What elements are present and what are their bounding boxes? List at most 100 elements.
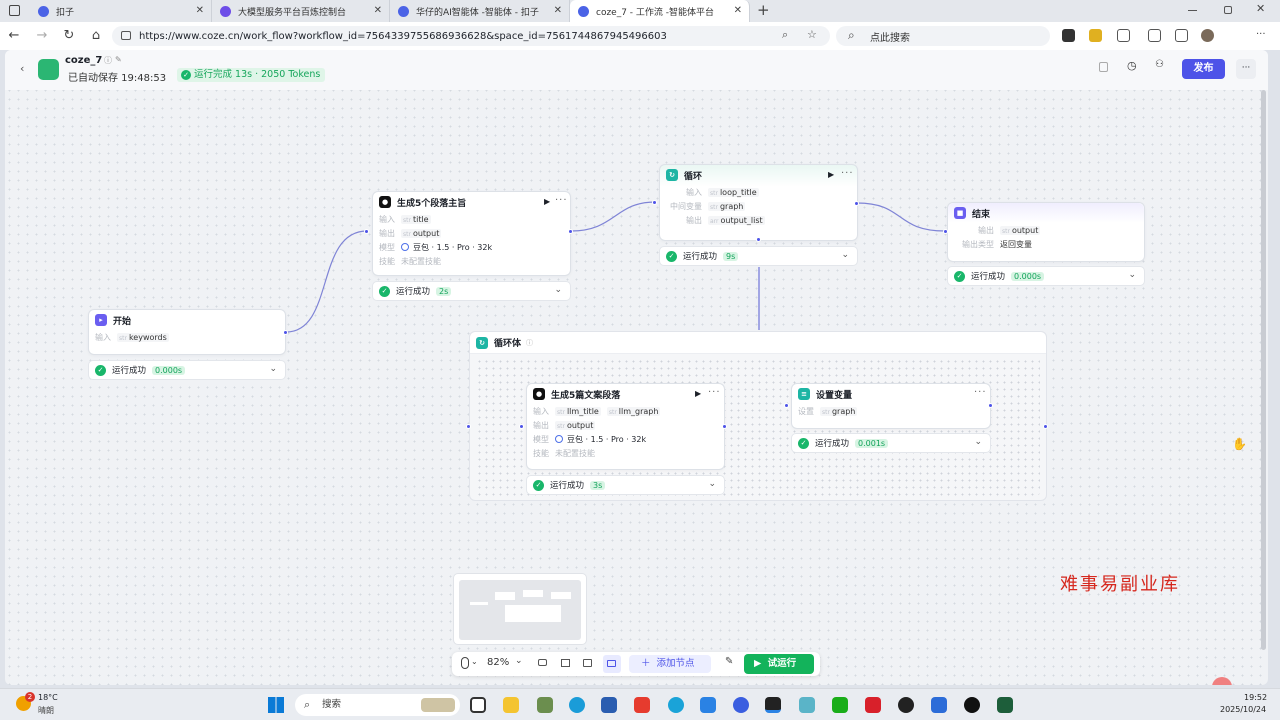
- clock-date[interactable]: 2025/10/24: [1220, 705, 1266, 714]
- debug-icon[interactable]: ✎: [725, 656, 733, 667]
- app-icon[interactable]: [964, 697, 980, 713]
- extension-icon[interactable]: [1062, 29, 1075, 42]
- extension-icon[interactable]: [1148, 29, 1161, 42]
- output-port[interactable]: [988, 403, 993, 408]
- close-window-icon[interactable]: ✕: [1256, 2, 1265, 15]
- image-icon[interactable]: [583, 659, 592, 667]
- more-icon[interactable]: ···: [974, 387, 987, 398]
- app-icon[interactable]: [997, 697, 1013, 713]
- taskbar-search[interactable]: ⌕ 搜索: [295, 694, 460, 716]
- minimap-viewport[interactable]: [459, 580, 581, 640]
- tab-kouzi[interactable]: 扣子 ✕: [30, 0, 212, 22]
- close-icon[interactable]: ✕: [374, 5, 382, 16]
- chevron-down-icon[interactable]: ⌄: [515, 656, 523, 666]
- mouse-mode-icon[interactable]: [461, 657, 469, 669]
- refresh-icon[interactable]: ↻: [61, 28, 77, 44]
- more-icon[interactable]: ···: [1256, 29, 1266, 40]
- output-port[interactable]: [854, 201, 859, 206]
- tab-actions-icon[interactable]: [9, 5, 20, 16]
- run-node-icon[interactable]: ▶: [544, 197, 550, 206]
- info-icon[interactable]: ⓘ: [526, 338, 533, 348]
- file-explorer-icon[interactable]: [503, 697, 519, 713]
- qq-icon[interactable]: [765, 697, 781, 713]
- app-icon[interactable]: [931, 697, 947, 713]
- profile-avatar[interactable]: [1201, 29, 1214, 42]
- more-icon[interactable]: ···: [555, 195, 568, 206]
- more-icon[interactable]: ···: [841, 168, 854, 179]
- input-port[interactable]: [943, 229, 948, 234]
- wechat-icon[interactable]: [832, 697, 848, 713]
- close-icon[interactable]: ✕: [734, 5, 742, 16]
- scrollbar[interactable]: [1261, 90, 1266, 650]
- node-generate-5-themes[interactable]: ● 生成5个段落主旨 ▶ ··· 输入 str title 输出 str output 模…: [372, 191, 571, 276]
- chevron-down-icon[interactable]: ⌄: [974, 437, 982, 447]
- task-view-icon[interactable]: [470, 697, 486, 713]
- clock-time[interactable]: 19:52: [1244, 693, 1267, 702]
- input-port[interactable]: [364, 229, 369, 234]
- chevron-down-icon[interactable]: ⌄: [269, 364, 277, 374]
- run-status-gen-paragraphs[interactable]: ✓ 运行成功 3s ⌄: [526, 475, 725, 495]
- node-end[interactable]: ■ 结束 输出 str output 输出类型 返回变量: [947, 202, 1145, 262]
- forward-icon[interactable]: →: [34, 28, 50, 44]
- loop-body-output-port[interactable]: [1043, 424, 1048, 429]
- chevron-down-icon[interactable]: ⌄: [841, 250, 849, 260]
- chevron-down-icon[interactable]: ⌄: [708, 479, 716, 489]
- input-port[interactable]: [652, 200, 657, 205]
- run-node-icon[interactable]: ▶: [695, 389, 701, 398]
- run-status-start[interactable]: ✓ 运行成功 0.000s ⌄: [88, 360, 286, 380]
- minimize-icon[interactable]: [1188, 10, 1197, 11]
- app-icon[interactable]: [799, 697, 815, 713]
- app-icon[interactable]: [537, 697, 553, 713]
- node-start[interactable]: ▸ 开始 输入 str keywords: [88, 309, 286, 355]
- run-status-end[interactable]: ✓ 运行成功 0.000s ⌄: [947, 266, 1145, 286]
- grid-icon[interactable]: [561, 659, 570, 667]
- minimap-toggle-icon[interactable]: [603, 655, 621, 673]
- close-icon[interactable]: ✕: [554, 5, 562, 16]
- new-tab-button[interactable]: +: [757, 1, 770, 19]
- start-icon[interactable]: [268, 697, 284, 713]
- loop-port[interactable]: [756, 237, 761, 242]
- output-port[interactable]: [722, 424, 727, 429]
- app-icon[interactable]: [898, 697, 914, 713]
- url-field[interactable]: https://www.coze.cn/work_flow?workflow_i…: [112, 26, 830, 46]
- run-node-icon[interactable]: ▶: [828, 170, 834, 179]
- close-icon[interactable]: ✕: [196, 5, 204, 16]
- output-port[interactable]: [283, 330, 288, 335]
- input-port[interactable]: [784, 403, 789, 408]
- zoom-level[interactable]: 82%: [487, 657, 509, 668]
- favorite-star-icon[interactable]: ☆: [807, 28, 817, 41]
- chevron-down-icon[interactable]: ⌄: [471, 657, 478, 666]
- node-loop[interactable]: ↻ 循环 ▶ ··· 输入 str loop_title 中间变量 str graph 输…: [659, 164, 858, 241]
- node-set-variable[interactable]: ≡ 设置变量 ··· 设置 str graph: [791, 383, 991, 429]
- tab-bailian[interactable]: 大模型服务平台百炼控制台 ✕: [212, 0, 390, 22]
- output-port[interactable]: [568, 229, 573, 234]
- more-icon[interactable]: ···: [708, 387, 721, 398]
- back-icon[interactable]: ←: [6, 28, 22, 44]
- run-status-set-variable[interactable]: ✓ 运行成功 0.001s ⌄: [791, 433, 991, 453]
- tab-agent[interactable]: 华仔的AI智能体 -智能体 - 扣子 ✕: [390, 0, 570, 22]
- favorites-icon[interactable]: [1175, 29, 1188, 42]
- wps-icon[interactable]: [634, 697, 650, 713]
- restore-icon[interactable]: [1224, 6, 1232, 14]
- browser-search-field[interactable]: ⌕ 点此搜索: [836, 26, 1050, 46]
- app-icon[interactable]: [733, 697, 749, 713]
- zoom-icon[interactable]: ⌕: [782, 28, 788, 42]
- node-generate-paragraphs[interactable]: ● 生成5篇文案段落 ▶ ··· 输入 str llm_title str llm_gra…: [526, 383, 725, 470]
- extension-icon[interactable]: [1117, 29, 1130, 42]
- app-icon[interactable]: [700, 697, 716, 713]
- minimap[interactable]: [453, 573, 587, 645]
- extension-icon[interactable]: [1089, 29, 1102, 42]
- loop-body-input-port[interactable]: [466, 424, 471, 429]
- home-icon[interactable]: ⌂: [88, 28, 104, 44]
- run-status-gen5[interactable]: ✓ 运行成功 2s ⌄: [372, 281, 571, 301]
- run-status-loop[interactable]: ✓ 运行成功 9s ⌄: [659, 246, 858, 266]
- test-run-button[interactable]: ▶ 试运行: [744, 654, 814, 674]
- store-icon[interactable]: [601, 697, 617, 713]
- chevron-down-icon[interactable]: ⌄: [554, 285, 562, 295]
- app-icon[interactable]: [668, 697, 684, 713]
- comment-icon[interactable]: [538, 659, 547, 666]
- edge-icon[interactable]: [569, 697, 585, 713]
- tab-coze7[interactable]: coze_7 - 工作流 -智能体平台 ✕: [570, 0, 750, 22]
- add-node-button[interactable]: ＋ 添加节点: [629, 655, 711, 673]
- chevron-down-icon[interactable]: ⌄: [1128, 270, 1136, 280]
